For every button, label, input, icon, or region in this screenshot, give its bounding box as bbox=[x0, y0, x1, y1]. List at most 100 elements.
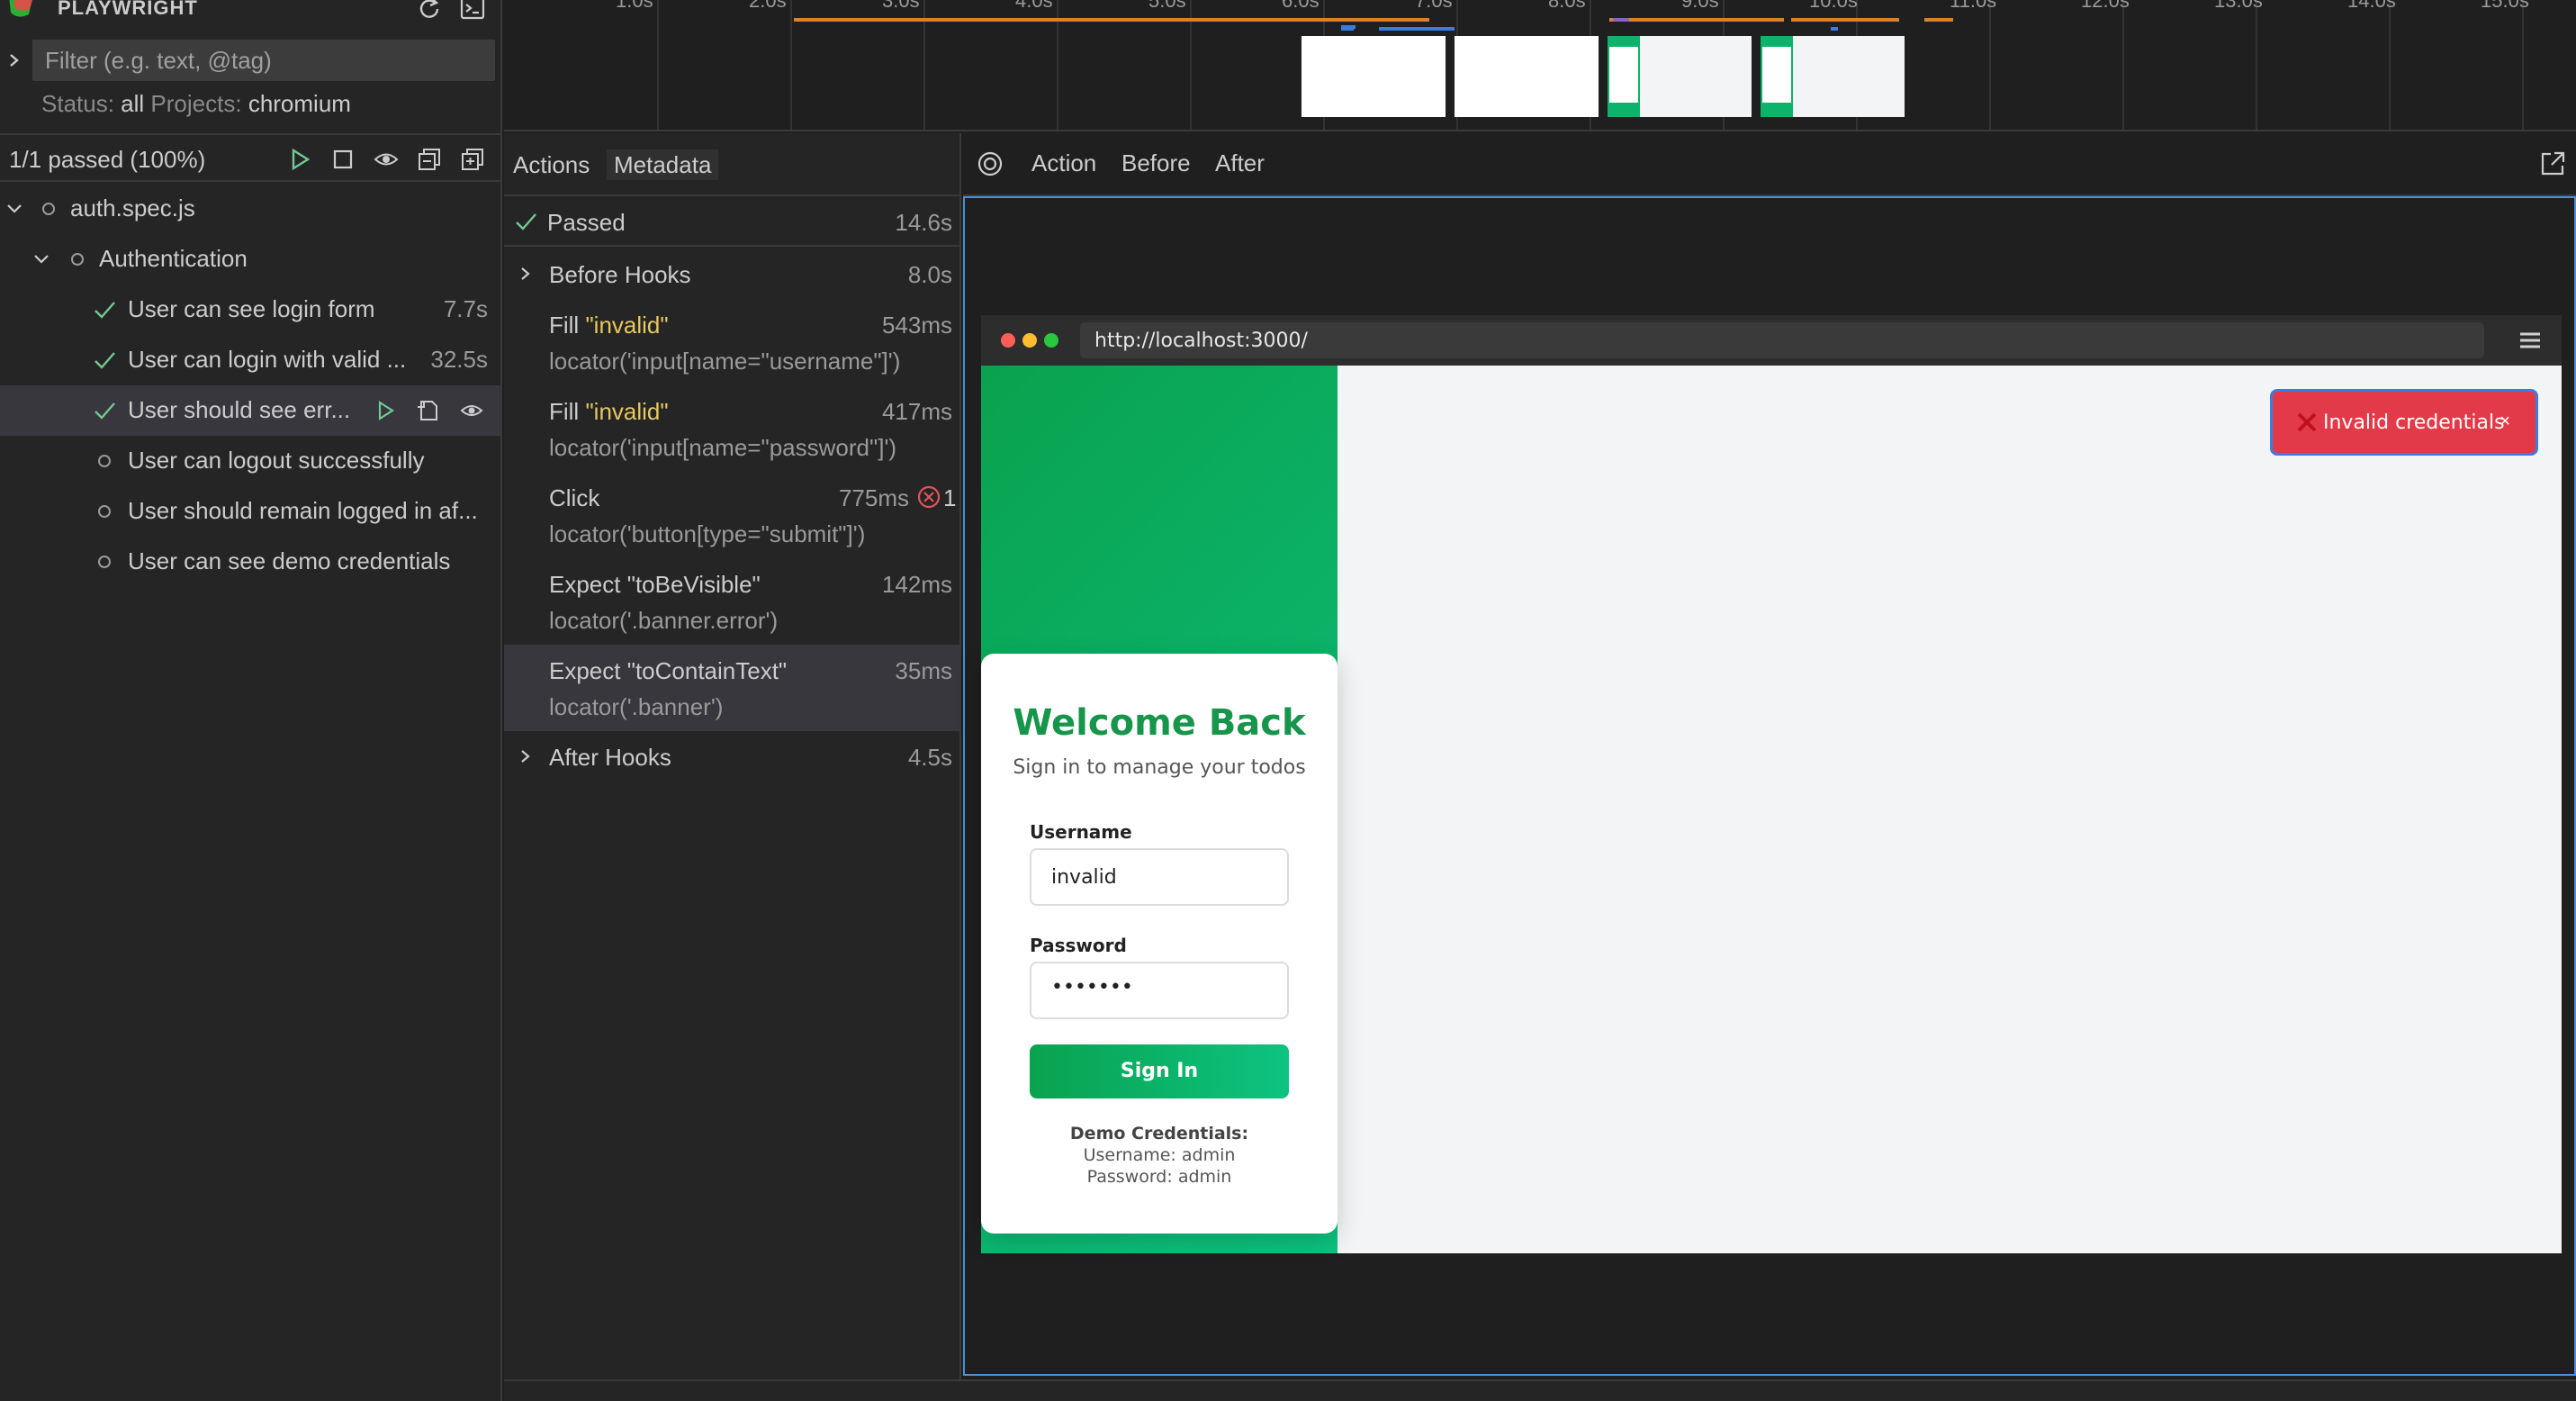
toast-close-button[interactable]: × bbox=[2499, 411, 2510, 432]
sign-in-button[interactable]: Sign In bbox=[1030, 1044, 1289, 1098]
terminal-icon[interactable] bbox=[459, 0, 486, 22]
tab-metadata[interactable]: Metadata bbox=[607, 149, 719, 180]
app-title: PLAYWRIGHT bbox=[58, 0, 198, 19]
stop-icon[interactable] bbox=[329, 146, 356, 173]
snapshot-panel: Action Before After http://localhost:300… bbox=[963, 133, 2576, 1401]
filter-input[interactable] bbox=[43, 40, 484, 81]
expand-all-icon[interactable] bbox=[459, 146, 486, 173]
tree-row-test[interactable]: User should remain logged in af... bbox=[0, 486, 502, 537]
chevron-down-icon[interactable] bbox=[2, 196, 27, 221]
login-card: Welcome Back Sign in to manage your todo… bbox=[981, 654, 1338, 1234]
chevron-right-icon[interactable] bbox=[5, 47, 23, 74]
projects-value[interactable]: chromium bbox=[248, 90, 351, 117]
playwright-logo-icon bbox=[9, 0, 32, 17]
tree-row-test-selected[interactable]: User should see err... bbox=[0, 385, 502, 436]
timeline[interactable]: 1.0s 2.0s 3.0s 4.0s 5.0s 6.0s 7.0s 8.0s … bbox=[504, 0, 2576, 131]
brand-row: PLAYWRIGHT bbox=[0, 0, 502, 22]
test-label: User can see demo credentials bbox=[128, 547, 451, 574]
tree-row-test[interactable]: User can see demo credentials bbox=[0, 537, 502, 587]
timeline-action-bar bbox=[1791, 18, 1899, 22]
status-value[interactable]: all bbox=[121, 90, 144, 117]
timeline-action-bar bbox=[1609, 18, 1784, 22]
timeline-gridline bbox=[657, 0, 659, 130]
collapse-all-icon[interactable] bbox=[416, 146, 443, 173]
tree-row-file[interactable]: auth.spec.js bbox=[0, 184, 502, 234]
pending-circle-icon bbox=[98, 455, 111, 467]
timeline-tick: 9.0s bbox=[1681, 0, 1719, 12]
timeline-tick: 10.0s bbox=[1809, 0, 1858, 12]
open-external-icon[interactable] bbox=[2538, 149, 2567, 178]
run-test-play-icon[interactable] bbox=[373, 398, 398, 423]
test-duration: 32.5s bbox=[430, 346, 488, 373]
timeline-action-bar bbox=[1379, 27, 1455, 31]
check-icon bbox=[516, 213, 536, 230]
filter-box bbox=[32, 40, 495, 81]
chevron-right-icon[interactable] bbox=[517, 261, 535, 286]
hamburger-menu-icon[interactable] bbox=[2518, 331, 2542, 349]
pending-circle-icon bbox=[42, 203, 55, 215]
test-label: User can logout successfully bbox=[128, 447, 425, 474]
password-input[interactable]: ••••••• bbox=[1030, 962, 1289, 1019]
timeline-action-bar bbox=[1613, 18, 1629, 22]
timeline-thumbnail[interactable] bbox=[1761, 36, 1905, 117]
action-row-expect-selected[interactable]: Expect "toContainText" 35ms locator('.ba… bbox=[504, 645, 961, 731]
test-label: User should see err... bbox=[128, 396, 351, 423]
chevron-down-icon[interactable] bbox=[29, 247, 54, 272]
tab-before[interactable]: Before bbox=[1121, 149, 1191, 177]
demo-password: Password: admin bbox=[1086, 1167, 1232, 1187]
status-label: Status: bbox=[41, 90, 114, 117]
timeline-action-bar bbox=[1341, 27, 1354, 31]
action-duration: 14.6s bbox=[895, 209, 952, 236]
pending-circle-icon bbox=[98, 505, 111, 518]
reload-icon[interactable] bbox=[416, 0, 443, 22]
watch-eye-icon[interactable] bbox=[373, 146, 400, 173]
tab-actions[interactable]: Actions bbox=[506, 149, 597, 180]
tree-row-test[interactable]: User can see login form 7.7s bbox=[0, 285, 502, 335]
timeline-thumbnail[interactable] bbox=[1455, 36, 1599, 117]
timeline-tick: 6.0s bbox=[1282, 0, 1320, 12]
tree-row-suite[interactable]: Authentication bbox=[0, 234, 502, 285]
action-duration: 417ms bbox=[881, 398, 952, 425]
tab-action[interactable]: Action bbox=[1031, 149, 1096, 177]
action-row-passed[interactable]: Passed 14.6s bbox=[504, 198, 961, 247]
tree-suite-label: Authentication bbox=[99, 245, 248, 272]
tab-after[interactable]: After bbox=[1215, 149, 1265, 177]
maximize-dot-icon bbox=[1044, 333, 1058, 348]
demo-username: Username: admin bbox=[1083, 1145, 1236, 1165]
projects-label: Projects: bbox=[150, 90, 242, 117]
timeline-gridline bbox=[2256, 0, 2257, 130]
action-duration: 142ms bbox=[881, 571, 952, 598]
play-icon[interactable] bbox=[286, 146, 313, 173]
timeline-thumbnail[interactable] bbox=[1608, 36, 1752, 117]
username-input[interactable]: invalid bbox=[1030, 848, 1289, 906]
timeline-thumbnail[interactable] bbox=[1302, 36, 1446, 117]
timeline-tick: 1.0s bbox=[616, 0, 653, 12]
action-row-click[interactable]: Click 775ms 1 locator('button[type="subm… bbox=[504, 472, 961, 558]
actions-panel: Actions Metadata Passed 14.6s Before Hoo… bbox=[504, 133, 961, 1401]
timeline-tick: 7.0s bbox=[1415, 0, 1453, 12]
action-row-expect[interactable]: Expect "toBeVisible" 142ms locator('.ban… bbox=[504, 558, 961, 645]
watch-eye-icon[interactable] bbox=[459, 398, 484, 423]
status-filter-row: Status: all Projects: chromium bbox=[41, 90, 351, 118]
action-locator: locator('.banner.error') bbox=[549, 607, 779, 634]
snapshot-toolbar: Action Before After bbox=[963, 133, 2576, 196]
error-toast: Invalid credentials × bbox=[2270, 389, 2538, 456]
action-row-before-hooks[interactable]: Before Hooks 8.0s bbox=[504, 249, 961, 299]
url-bar[interactable]: http://localhost:3000/ bbox=[1080, 322, 2484, 358]
action-locator: locator('.banner') bbox=[549, 693, 724, 720]
chevron-right-icon[interactable] bbox=[517, 744, 535, 769]
test-explorer-sidebar: PLAYWRIGHT Status: all Projects: chromiu… bbox=[0, 0, 502, 1401]
check-icon bbox=[95, 352, 115, 369]
browser-toolbar: http://localhost:3000/ bbox=[981, 315, 2562, 366]
pending-circle-icon bbox=[98, 556, 111, 568]
error-x-icon bbox=[2297, 412, 2317, 432]
pick-locator-target-icon[interactable] bbox=[976, 149, 1004, 178]
action-row-after-hooks[interactable]: After Hooks 4.5s bbox=[504, 731, 961, 782]
username-value: invalid bbox=[1051, 866, 1117, 889]
action-row-fill[interactable]: Fill "invalid" 417ms locator('input[name… bbox=[504, 385, 961, 472]
password-value: ••••••• bbox=[1051, 976, 1133, 999]
tree-row-test[interactable]: User can login with valid ... 32.5s bbox=[0, 335, 502, 385]
action-row-fill[interactable]: Fill "invalid" 543ms locator('input[name… bbox=[504, 299, 961, 385]
open-source-icon[interactable] bbox=[416, 398, 441, 423]
tree-row-test[interactable]: User can logout successfully bbox=[0, 436, 502, 486]
